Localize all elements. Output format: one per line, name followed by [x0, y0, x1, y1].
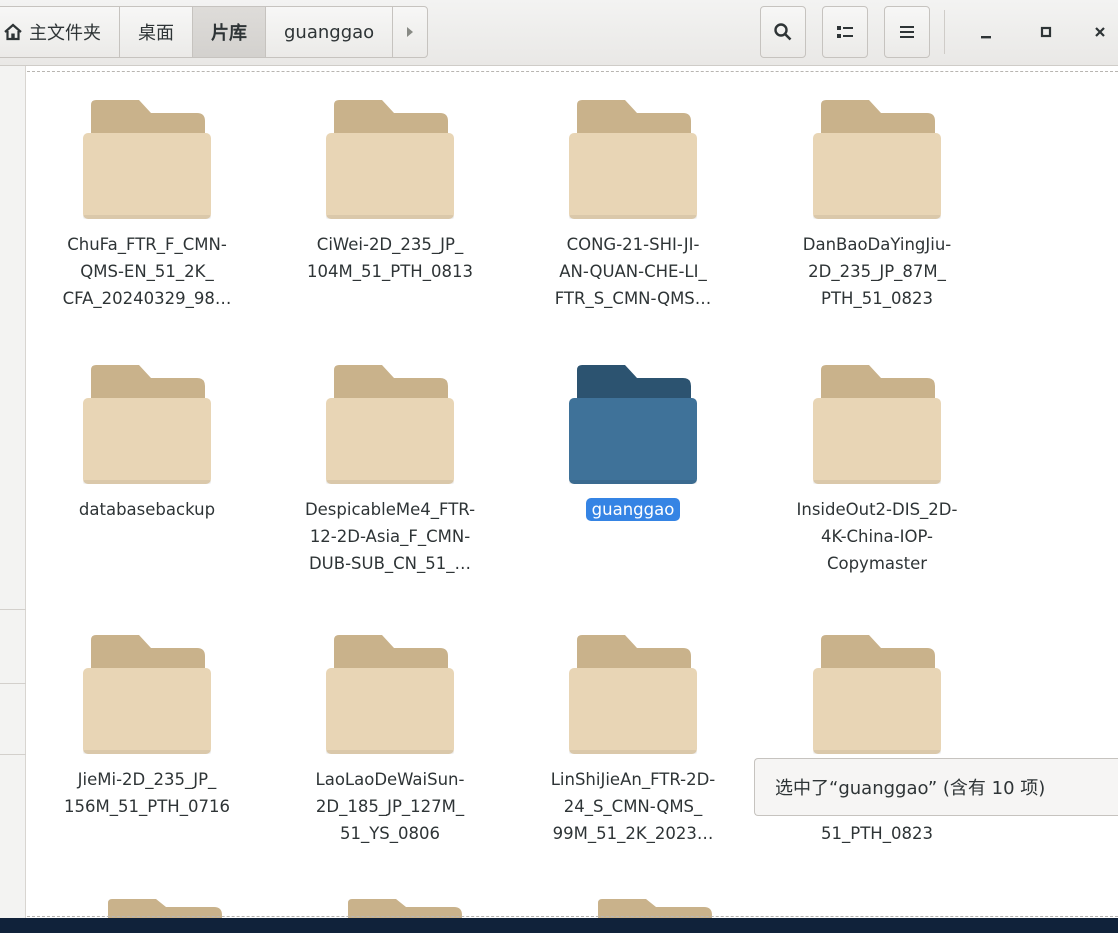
folder-name: CONG-21-SHI-JI- AN-QUAN-CHE-LI_ FTR_S_CMN-… — [513, 231, 753, 312]
view-options-button[interactable] — [822, 6, 868, 58]
folder-name-line: 51_YS_0806 — [339, 824, 441, 843]
drop-zone-border — [27, 71, 1118, 72]
header-bar: 主文件夹 桌面 片库 guanggao — [0, 0, 1118, 66]
folder-name-line: 2D_185_JP_127M_ — [315, 797, 465, 816]
folder-name-line: CFA_20240329_98… — [62, 289, 232, 308]
folder-icon — [569, 365, 697, 484]
folder-name-line: DUB-SUB_CN_51_… — [308, 554, 472, 573]
minimize-icon — [981, 36, 991, 39]
path-home-label: 主文件夹 — [29, 23, 101, 44]
folder-icon — [813, 635, 941, 754]
folder-name-line: 156M_51_PTH_0716 — [64, 797, 230, 816]
path-item-guanggao[interactable]: guanggao — [265, 6, 394, 58]
folder-icon — [326, 100, 454, 219]
folder-item[interactable]: InsideOut2-DIS_2D- 4K-China-IOP- Copymaste… — [757, 358, 997, 577]
folder-item[interactable]: guanggao — [513, 358, 753, 523]
folder-name-line: 12-2D-Asia_F_CMN- — [309, 527, 471, 546]
folder-item[interactable]: ChuFa_FTR_F_CMN- QMS-EN_51_2K_ CFA_2024032… — [27, 93, 267, 312]
folder-name-line: LaoLaoDeWaiSun- — [315, 770, 465, 789]
folder-icon — [108, 899, 222, 918]
folder-name-line: Copymaster — [826, 554, 928, 573]
folder-name-line: 104M_51_PTH_0813 — [307, 262, 473, 281]
folder-name: CiWei-2D_235_JP_ 104M_51_PTH_0813 — [270, 231, 510, 285]
folder-name-line: DespicableMe4_FTR- — [304, 500, 476, 519]
folder-name-line: 4K-China-IOP- — [820, 527, 934, 546]
folder-name-line: FTR_S_CMN-QMS… — [554, 289, 712, 308]
view-options-icon — [837, 26, 853, 38]
maximize-icon — [1040, 26, 1052, 38]
selection-status: 选中了“guanggao” (含有 10 项) — [754, 758, 1118, 816]
folder-name: InsideOut2-DIS_2D- 4K-China-IOP- Copymaste… — [757, 496, 997, 577]
sidebar-divider — [0, 683, 26, 684]
drop-zone-border — [27, 916, 1118, 917]
folder-item[interactable]: CiWei-2D_235_JP_ 104M_51_PTH_0813 — [270, 93, 510, 285]
folder-name: ChuFa_FTR_F_CMN- QMS-EN_51_2K_ CFA_2024032… — [27, 231, 267, 312]
close-icon — [1095, 27, 1105, 37]
folder-item[interactable]: DanBaoDaYingJiu- 2D_235_JP_87M_ PTH_51_082… — [757, 93, 997, 312]
folder-name-line: InsideOut2-DIS_2D- — [796, 500, 958, 519]
sidebar[interactable] — [0, 66, 26, 918]
folder-icon — [83, 100, 211, 219]
path-forward-button[interactable] — [392, 6, 429, 58]
folder-name-line: 2D_235_JP_87M_ — [808, 262, 946, 281]
minimize-button[interactable] — [966, 8, 1006, 56]
folder-icon — [83, 635, 211, 754]
sidebar-divider — [0, 609, 26, 610]
chevron-right-icon — [407, 27, 414, 37]
home-icon — [4, 23, 22, 41]
folder-name: JieMi-2D_235_JP_ 156M_51_PTH_0716 — [27, 766, 267, 820]
path-bar: 主文件夹 桌面 片库 guanggao — [0, 6, 429, 58]
folder-name-line: AN-QUAN-CHE-LI_ — [559, 262, 707, 281]
folder-icon — [598, 899, 712, 918]
folder-name-line: QMS-EN_51_2K_ — [80, 262, 214, 281]
hamburger-menu-icon — [900, 26, 914, 38]
folder-name: LaoLaoDeWaiSun- 2D_185_JP_127M_ 51_YS_0806 — [270, 766, 510, 847]
folder-name-line: ChuFa_FTR_F_CMN- — [67, 235, 227, 254]
folder-icon — [569, 100, 697, 219]
search-icon — [774, 23, 792, 41]
folder-item[interactable]: LaoLaoDeWaiSun- 2D_185_JP_127M_ 51_YS_0806 — [270, 628, 510, 847]
path-home-button[interactable]: 主文件夹 — [0, 6, 120, 58]
folder-item[interactable]: databasebackup — [27, 358, 267, 523]
folder-name-line: JieMi-2D_235_JP_ — [77, 770, 217, 789]
path-item-desktop[interactable]: 桌面 — [119, 6, 193, 58]
sidebar-divider — [0, 754, 26, 755]
folder-icon — [348, 899, 462, 918]
folder-name: guanggao — [513, 496, 753, 523]
search-button[interactable] — [760, 6, 806, 58]
folder-icon — [813, 100, 941, 219]
folder-item[interactable]: LinShiJieAn_FTR-2D- 24_S_CMN-QMS_ 99M_51_2… — [513, 628, 753, 847]
maximize-button[interactable] — [1026, 8, 1066, 56]
folder-icon — [326, 635, 454, 754]
folder-item[interactable]: CONG-21-SHI-JI- AN-QUAN-CHE-LI_ FTR_S_CMN-… — [513, 93, 753, 312]
selected-folder-name: guanggao — [585, 498, 681, 521]
folder-name-line: 99M_51_2K_2023… — [552, 824, 714, 843]
folder-name-line: LinShiJieAn_FTR-2D- — [550, 770, 716, 789]
folder-icon — [83, 365, 211, 484]
folder-item[interactable]: DespicableMe4_FTR- 12-2D-Asia_F_CMN- DUB-S… — [270, 358, 510, 577]
taskbar — [0, 918, 1118, 933]
folder-name: LinShiJieAn_FTR-2D- 24_S_CMN-QMS_ 99M_51_2… — [513, 766, 753, 847]
folder-icon — [326, 365, 454, 484]
folder-icon — [569, 635, 697, 754]
folder-name-line: PTH_51_0823 — [821, 289, 933, 308]
folder-name-line: CiWei-2D_235_JP_ — [316, 235, 464, 254]
toolbar-separator — [944, 10, 945, 54]
folder-name-line: CONG-21-SHI-JI- — [566, 235, 700, 254]
close-button[interactable] — [1080, 8, 1118, 56]
folder-name-line: DanBaoDaYingJiu- — [802, 235, 952, 254]
folder-name-line: databasebackup — [78, 500, 216, 519]
path-item-library[interactable]: 片库 — [192, 6, 266, 58]
folder-icon — [813, 365, 941, 484]
folder-name: DespicableMe4_FTR- 12-2D-Asia_F_CMN- DUB-S… — [270, 496, 510, 577]
folder-name: DanBaoDaYingJiu- 2D_235_JP_87M_ PTH_51_082… — [757, 231, 997, 312]
folder-item[interactable]: JieMi-2D_235_JP_ 156M_51_PTH_0716 — [27, 628, 267, 820]
folder-name: databasebackup — [27, 496, 267, 523]
menu-button[interactable] — [884, 6, 930, 58]
folder-name-line: 51_PTH_0823 — [821, 824, 933, 843]
folder-name-line: 24_S_CMN-QMS_ — [563, 797, 703, 816]
